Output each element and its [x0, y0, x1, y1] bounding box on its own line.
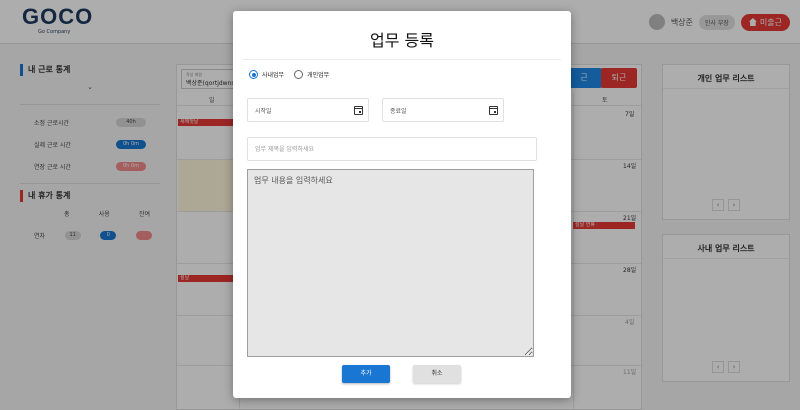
radio-unchecked-icon[interactable]: [294, 70, 304, 79]
start-date-placeholder: 시작일: [255, 107, 272, 115]
radio-personal-task[interactable]: 개인업무: [294, 70, 329, 79]
divider: [243, 59, 561, 60]
add-button[interactable]: 추가: [342, 365, 390, 383]
task-title-input[interactable]: [247, 137, 537, 161]
task-type-radio-group: 사내업무 개인업무: [249, 70, 329, 79]
task-register-modal: 업무 등록 사내업무 개인업무 시작일 종료일 추가 취소: [233, 11, 571, 398]
radio-label: 사내업무: [262, 72, 285, 79]
modal-title: 업무 등록: [370, 31, 434, 50]
end-date-field[interactable]: 종료일: [382, 98, 504, 122]
end-date-placeholder: 종료일: [390, 107, 407, 115]
cancel-button[interactable]: 취소: [413, 365, 461, 383]
start-date-field[interactable]: 시작일: [247, 98, 369, 122]
radio-label: 개인업무: [307, 72, 330, 79]
calendar-icon[interactable]: [354, 105, 363, 115]
calendar-icon[interactable]: [489, 105, 498, 115]
radio-company-task[interactable]: 사내업무: [249, 70, 284, 79]
task-content-textarea[interactable]: [247, 169, 534, 357]
radio-checked-icon[interactable]: [249, 70, 258, 79]
